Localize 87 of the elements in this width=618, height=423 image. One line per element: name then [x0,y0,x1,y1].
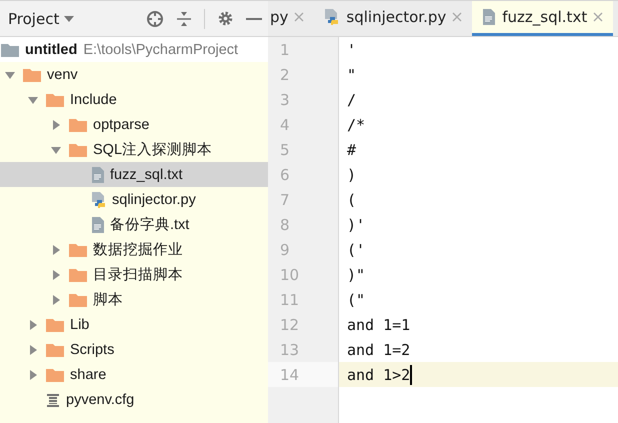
tree-item-label: SQL注入探测脚本 [93,141,212,159]
collapse-all-icon[interactable] [176,10,192,28]
line-number: 10 [279,264,300,286]
line-number: 4 [279,114,291,136]
tree-row[interactable]: optparse [0,112,268,137]
project-path: E:\tools\PycharmProject [83,42,238,58]
tree-row[interactable]: 脚本 [0,287,268,312]
code-line: ( [346,190,358,210]
code-line: /* [346,114,366,136]
tree-item-label: 脚本 [93,291,123,309]
editor-tab[interactable]: fuzz_sql.txt [472,1,614,36]
line-number: 6 [279,164,291,186]
target-icon[interactable] [146,10,164,28]
code-line: )' [346,214,366,236]
tree-row[interactable]: share [0,362,268,387]
line-number: 8 [279,214,291,236]
line-number: 9 [279,240,291,260]
line-number: 14 [268,362,338,387]
tree-row[interactable]: sqlinjector.py [0,187,268,212]
folder-icon [45,366,65,382]
project-view-dropdown[interactable]: Project [0,10,74,28]
python-file-icon [91,190,107,208]
config-file-icon [45,392,61,408]
line-number: 12 [279,314,300,336]
code-line: (" [346,290,366,310]
folder-icon [68,142,88,158]
folder-icon [45,92,65,108]
tree-item-label: Scripts [70,342,114,358]
folder-icon [68,266,88,282]
tree-row[interactable]: pyvenv.cfg [0,387,268,412]
line-number: 1 [279,40,291,60]
folder-icon [0,42,20,58]
code-line: ) [346,164,358,186]
folder-icon [45,316,65,332]
tree-item-label: 数据挖掘作业 [93,241,183,259]
tree-row[interactable]: Lib [0,312,268,337]
tree-item-label: Include [70,92,117,108]
tree-row[interactable]: SQL注入探测脚本 [0,137,268,162]
code-line: and 1=2 [346,340,412,360]
line-number: 2 [279,64,291,86]
settings-icon[interactable] [217,10,234,27]
text-file-icon [91,216,105,234]
editor-tab[interactable]: sqlinjector.py [314,1,472,36]
code-line: ' [346,40,358,60]
tree-row[interactable]: untitled E:\tools\PycharmProject [0,37,268,62]
line-number: 3 [279,90,291,110]
close-icon[interactable] [452,12,462,22]
dropdown-caret-icon[interactable] [64,16,74,22]
code-line: / [346,90,358,110]
tree-item-label: 备份字典.txt [110,216,190,234]
tree-item-label: sqlinjector.py [112,192,196,208]
tree-row[interactable]: Scripts [0,337,268,362]
tree-item-label: untitled [25,42,78,58]
folder-icon [22,66,42,82]
code-line: # [346,140,358,160]
tree-row[interactable]: venv [0,62,268,87]
line-number: 13 [279,340,300,360]
tree-item-label: share [70,366,106,382]
tree-row[interactable]: Include [0,87,268,112]
tree-row[interactable]: fuzz_sql.txt [0,162,268,187]
code-line: (' [346,240,366,260]
line-number: 11 [279,290,300,310]
tree-row[interactable]: 备份字典.txt [0,212,268,237]
line-number: 5 [279,140,291,160]
code-line: " [346,64,358,86]
tree-item-label: 目录扫描脚本 [93,266,183,284]
close-icon[interactable] [593,12,604,22]
folder-icon [68,242,88,258]
tree-row[interactable]: 目录扫描脚本 [0,262,268,287]
tree-item-label: Lib [70,316,90,332]
text-file-icon [482,8,496,26]
folder-icon [45,342,65,358]
minimize-icon[interactable] [246,16,262,20]
tree-item-label: fuzz_sql.txt [110,166,183,182]
close-icon[interactable] [294,12,304,22]
tree-item-label: pyvenv.cfg [66,392,134,408]
line-number: 7 [279,190,291,210]
folder-icon [68,292,88,308]
tree-item-label: venv [47,66,78,82]
editor-tab[interactable]: py [268,1,314,36]
folder-icon [68,116,88,132]
python-file-icon [324,8,340,26]
text-file-icon [91,166,105,184]
tree-item-label: optparse [93,116,150,132]
code-line: )" [346,264,366,286]
tree-row[interactable]: 数据挖掘作业 [0,237,268,262]
code-line: and 1=1 [346,314,412,336]
